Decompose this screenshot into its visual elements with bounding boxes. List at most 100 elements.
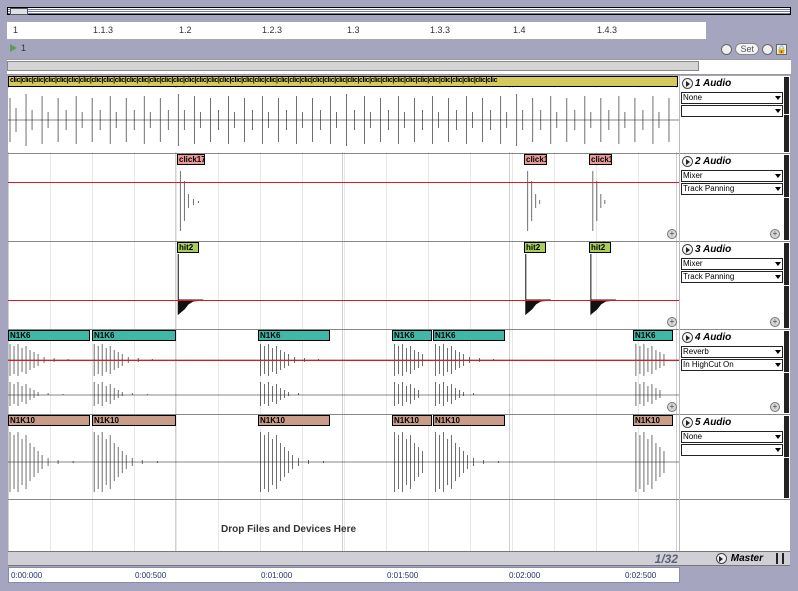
add-button[interactable]: + — [667, 229, 677, 239]
device-select[interactable]: Reverb — [681, 346, 783, 358]
play-marker-icon[interactable] — [10, 44, 17, 52]
track-4-waveform — [8, 342, 679, 413]
locator-number: 1 — [21, 43, 26, 53]
clip-hit2b[interactable]: hit2 — [524, 242, 546, 253]
time-ruler[interactable]: 0:00:000 0:00:500 0:01:000 0:01:500 0:02… — [8, 567, 680, 583]
play-icon[interactable] — [682, 244, 693, 255]
clip-n1k6[interactable]: N1K6 — [8, 330, 90, 341]
clip-label: hit2 — [591, 243, 605, 252]
clip-n1k10[interactable]: N1K10 — [92, 415, 176, 426]
param-select[interactable] — [681, 444, 783, 456]
prev-locator-button[interactable] — [721, 44, 732, 55]
meter-icon — [784, 243, 789, 328]
track-title: 5 Audio — [695, 417, 731, 428]
add-button[interactable]: + — [770, 402, 780, 412]
clip-label: N1K10 — [635, 416, 660, 425]
automation-line[interactable] — [8, 360, 679, 361]
clip-click1a[interactable]: click1 — [524, 154, 547, 165]
ruler-label: 1.1.3 — [93, 25, 113, 35]
clip-label: N1K6 — [94, 331, 114, 340]
track-4-lane[interactable]: N1K6 N1K6 N1K6 N1K6 N1K6 N1K6 + — [8, 330, 679, 415]
ruler-label: 1.2 — [179, 25, 192, 35]
meter-icon — [784, 416, 789, 498]
track-2-waveform — [8, 166, 679, 240]
device-select[interactable]: None — [681, 431, 783, 443]
clip-label: N1K6 — [435, 331, 455, 340]
track-headers: 1 Audio None 2 Audio Mixer Track Panning… — [680, 76, 790, 551]
clip-n1k10[interactable]: N1K10 — [258, 415, 330, 426]
meter-icon — [784, 155, 789, 240]
clip-label: clic|clic|clic|clic|clic|clic|clic|clic|… — [10, 77, 497, 84]
automation-line[interactable] — [8, 300, 679, 301]
device-select[interactable]: Mixer — [681, 258, 783, 270]
track-1-lane[interactable]: clic|clic|clic|clic|clic|clic|clic|clic|… — [8, 76, 679, 154]
arrangement-view: clic|clic|clic|clic|clic|clic|clic|clic|… — [8, 76, 790, 551]
timeline[interactable]: clic|clic|clic|clic|clic|clic|clic|clic|… — [8, 76, 680, 551]
time-label: 0:01:500 — [387, 571, 418, 580]
param-select[interactable]: Track Panning — [681, 271, 783, 283]
track-5-header[interactable]: 5 Audio None — [680, 415, 790, 500]
clip-label: N1K10 — [394, 416, 419, 425]
clip-n1k6[interactable]: N1K6 — [633, 330, 673, 341]
add-button[interactable]: + — [667, 317, 677, 327]
track-title: 3 Audio — [695, 244, 731, 255]
clip-n1k6[interactable]: N1K6 — [258, 330, 330, 341]
clip-click-row[interactable]: clic|clic|clic|clic|clic|clic|clic|clic|… — [8, 76, 678, 87]
param-select[interactable]: Track Panning — [681, 183, 783, 195]
automation-line[interactable] — [8, 182, 679, 183]
overview-scrollbar[interactable] — [7, 61, 699, 71]
clip-n1k10[interactable]: N1K10 — [433, 415, 505, 426]
device-select[interactable]: None — [681, 92, 783, 104]
track-1-header[interactable]: 1 Audio None — [680, 76, 790, 154]
lock-button[interactable]: 🔒 — [776, 44, 787, 55]
clip-n1k10[interactable]: N1K10 — [392, 415, 432, 426]
track-5-waveform — [8, 427, 679, 498]
track-3-header[interactable]: 3 Audio Mixer Track Panning + — [680, 242, 790, 330]
play-icon[interactable] — [682, 78, 693, 89]
clip-hit2c[interactable]: hit2 — [589, 242, 611, 253]
play-icon[interactable] — [716, 553, 727, 564]
clip-label: click17 — [179, 155, 205, 164]
clip-n1k10[interactable]: N1K10 — [8, 415, 90, 426]
meter-icon — [776, 553, 778, 564]
play-icon[interactable] — [682, 332, 693, 343]
track-5-lane[interactable]: N1K10 N1K10 N1K10 N1K10 N1K10 N1K10 — [8, 415, 679, 500]
clip-hit2a[interactable]: hit2 — [177, 242, 199, 253]
clip-n1k6[interactable]: N1K6 — [92, 330, 176, 341]
clip-n1k10[interactable]: N1K10 — [633, 415, 673, 426]
play-icon[interactable] — [682, 156, 693, 167]
next-locator-button[interactable] — [762, 44, 773, 55]
clip-click1b[interactable]: click1 — [589, 154, 612, 165]
track-2-lane[interactable]: click17 click1 click1 + — [8, 154, 679, 242]
meter-icon — [782, 553, 784, 564]
play-icon[interactable] — [682, 417, 693, 428]
set-locator-button[interactable]: Set — [735, 43, 759, 55]
add-button[interactable]: + — [770, 229, 780, 239]
add-button[interactable]: + — [770, 317, 780, 327]
ruler-label: 1.3 — [347, 25, 360, 35]
track-title: 1 Audio — [695, 78, 731, 89]
clip-label: N1K6 — [394, 331, 414, 340]
bottom-bar: 1/32 Master — [8, 551, 790, 566]
time-label: 0:01:000 — [261, 571, 292, 580]
window-titlebar[interactable] — [7, 7, 791, 15]
track-4-header[interactable]: 4 Audio Reverb In HighCut On + — [680, 330, 790, 415]
clip-click17[interactable]: click17 — [177, 154, 205, 165]
time-label: 0:02:000 — [509, 571, 540, 580]
drop-zone-text: Drop Files and Devices Here — [8, 524, 569, 535]
track-3-lane[interactable]: hit2 hit2 hit2 + — [8, 242, 679, 330]
track-2-header[interactable]: 2 Audio Mixer Track Panning + — [680, 154, 790, 242]
ruler-label: 1.3.3 — [430, 25, 450, 35]
clip-n1k6[interactable]: N1K6 — [392, 330, 432, 341]
bar-ruler[interactable]: 1 1.1.3 1.2 1.2.3 1.3 1.3.3 1.4 1.4.3 — [7, 22, 706, 40]
track-title: 4 Audio — [695, 332, 731, 343]
grid-resolution[interactable]: 1/32 — [655, 552, 678, 566]
clip-n1k6[interactable]: N1K6 — [433, 330, 505, 341]
ruler-label: 1.4 — [513, 25, 526, 35]
add-button[interactable]: + — [667, 402, 677, 412]
title-chip — [10, 8, 28, 15]
param-select[interactable]: In HighCut On — [681, 359, 783, 371]
device-select[interactable]: Mixer — [681, 170, 783, 182]
master-track-header[interactable]: Master — [716, 553, 784, 564]
param-select[interactable] — [681, 105, 783, 117]
